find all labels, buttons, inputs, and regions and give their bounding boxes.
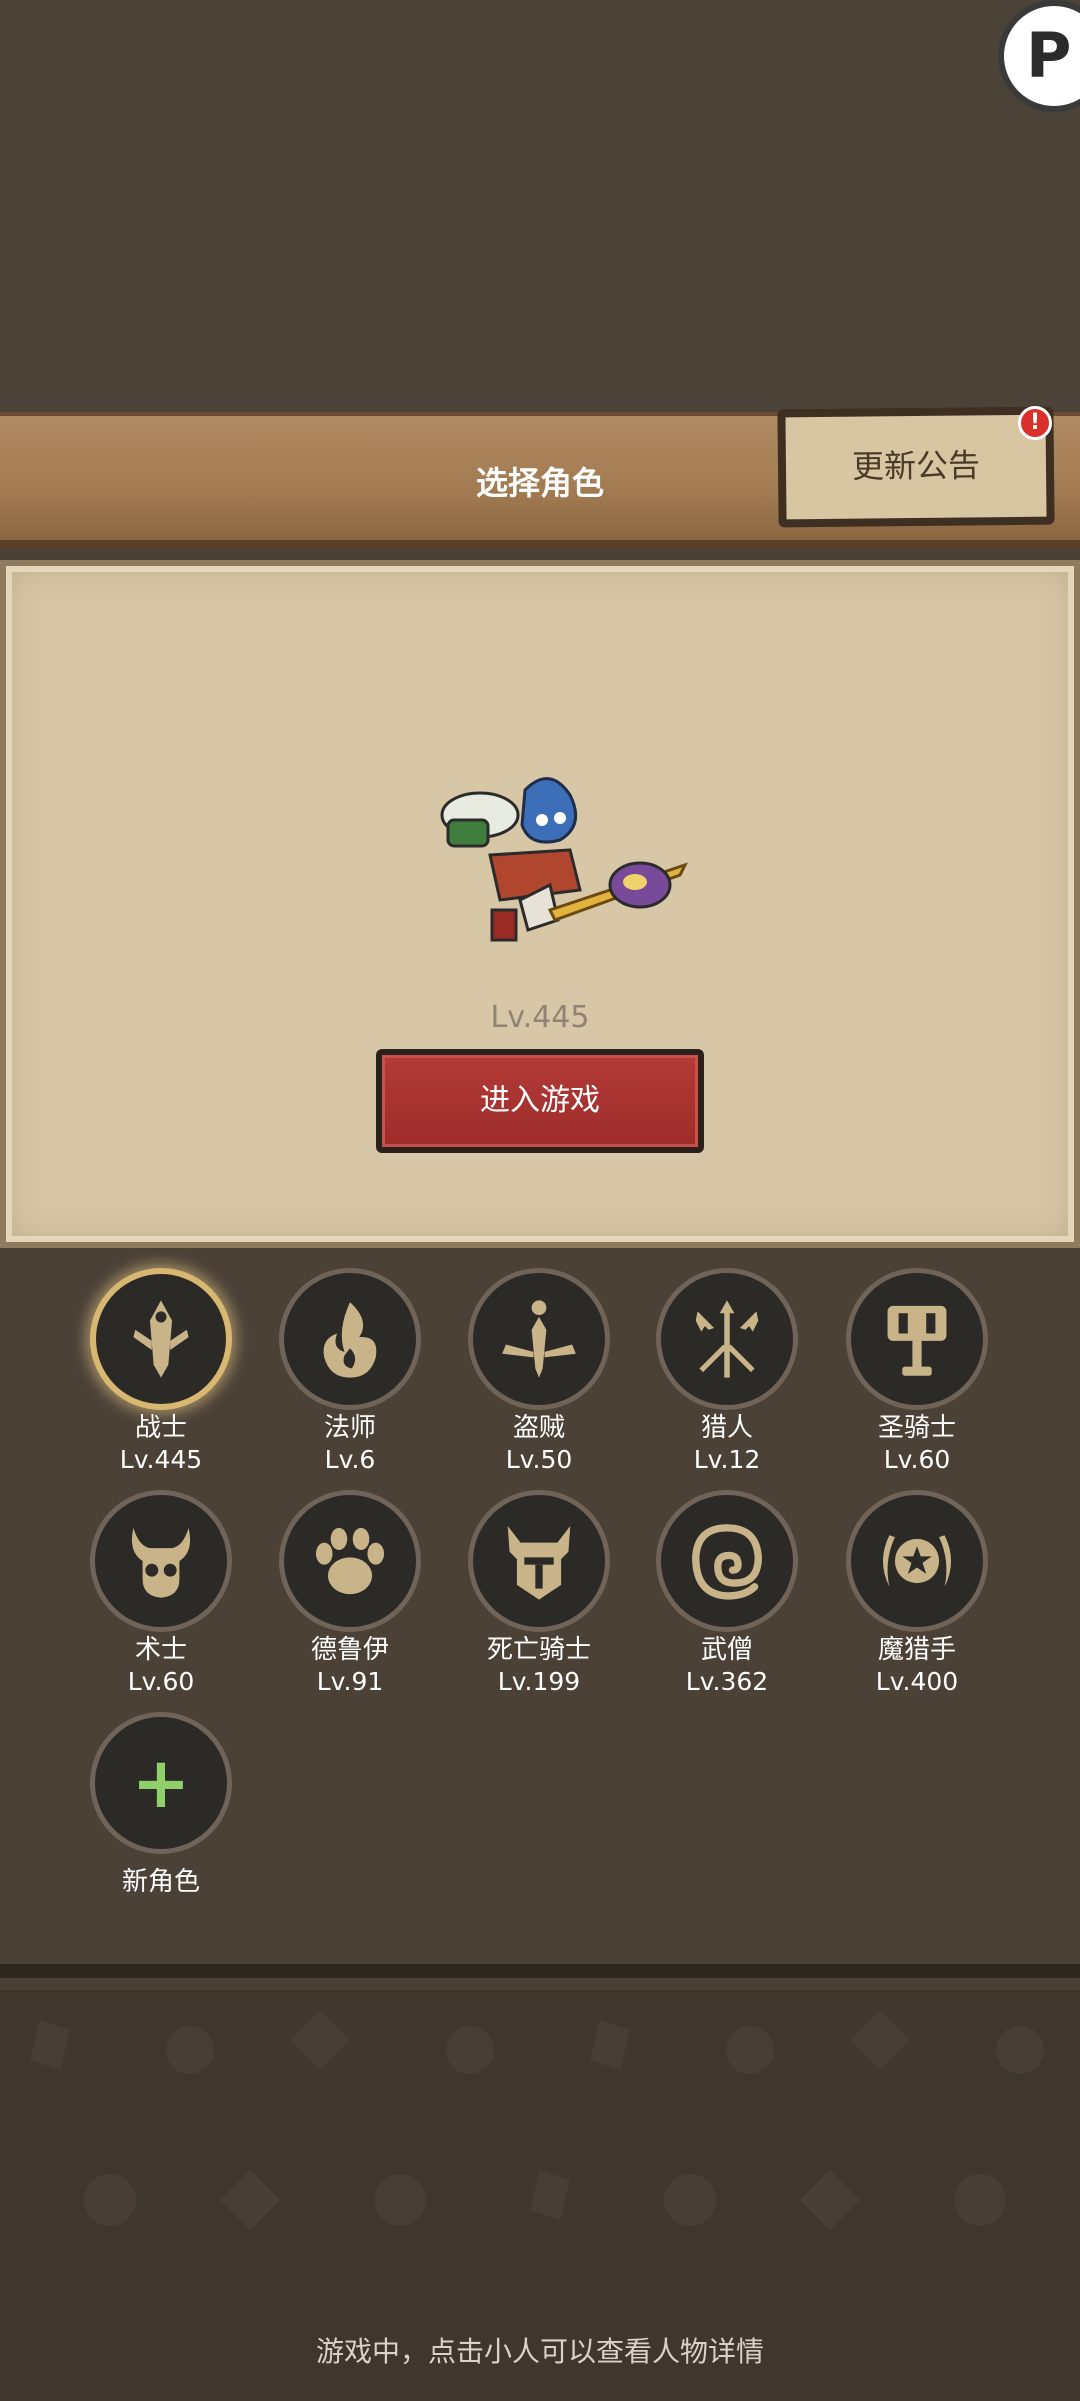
class-level: Lv.12 (693, 1445, 761, 1474)
character-sprite[interactable] (430, 770, 700, 980)
class-name: 盗贼 (512, 1413, 565, 1443)
plus-icon: + (90, 1712, 232, 1854)
class-level: Lv.91 (316, 1667, 384, 1696)
new-character-label: 新角色 (121, 1867, 200, 1897)
footer-hint: 游戏中，点击小人可以查看人物详情 (315, 2335, 764, 2368)
class-name: 猎人 (700, 1413, 753, 1443)
class-demon-hunter[interactable]: 魔猎手 Lv.400 (842, 1490, 992, 1698)
class-level: Lv.199 (497, 1667, 581, 1696)
class-level: Lv.400 (875, 1667, 959, 1696)
arrows-icon (656, 1268, 798, 1410)
class-name: 战士 (134, 1413, 187, 1443)
class-death-knight[interactable]: 死亡骑士 Lv.199 (464, 1490, 614, 1698)
class-hunter[interactable]: 猎人 Lv.12 (652, 1268, 802, 1476)
flame-icon (279, 1268, 421, 1410)
class-name: 法师 (323, 1413, 376, 1443)
class-druid[interactable]: 德鲁伊 Lv.91 (275, 1490, 425, 1698)
class-name: 魔猎手 (877, 1635, 956, 1665)
class-level: Lv.6 (324, 1445, 376, 1474)
class-level: Lv.445 (119, 1445, 203, 1474)
class-level: Lv.60 (127, 1667, 195, 1696)
class-warlock[interactable]: 术士 Lv.60 (86, 1490, 236, 1698)
class-level: Lv.50 (505, 1445, 573, 1474)
enter-game-button[interactable]: 进入游戏 (376, 1049, 704, 1153)
class-name: 武僧 (700, 1635, 753, 1665)
class-warrior[interactable]: 战士 Lv.445 (86, 1268, 236, 1476)
class-name: 圣骑士 (877, 1413, 956, 1443)
class-rogue[interactable]: 盗贼 Lv.50 (464, 1268, 614, 1476)
helmet-icon (468, 1490, 610, 1632)
alert-icon: ! (1018, 406, 1052, 440)
class-monk[interactable]: 武僧 Lv.362 (652, 1490, 802, 1698)
class-name: 德鲁伊 (310, 1635, 389, 1665)
class-mage[interactable]: 法师 Lv.6 (275, 1268, 425, 1476)
demon-skull-icon (90, 1490, 232, 1632)
swirl-icon (656, 1490, 798, 1632)
class-level: Lv.362 (685, 1667, 769, 1696)
dagger-icon (468, 1268, 610, 1410)
class-level: Lv.60 (883, 1445, 951, 1474)
new-character-button[interactable]: + 新角色 (86, 1712, 236, 1898)
hammer-icon (846, 1268, 988, 1410)
star-moon-icon (846, 1490, 988, 1632)
sword-icon (90, 1268, 232, 1410)
class-name: 术士 (134, 1635, 187, 1665)
paw-icon (279, 1490, 421, 1632)
class-name: 死亡骑士 (486, 1635, 591, 1665)
decorative-pattern (30, 2010, 1044, 2230)
character-level: Lv.445 (490, 1000, 590, 1035)
class-paladin[interactable]: 圣骑士 Lv.60 (842, 1268, 992, 1476)
class-selection-panel: 战士 Lv.445 法师 Lv.6 盗贼 Lv.50 猎人 Lv.12 圣骑士 … (0, 1248, 1080, 1978)
top-empty-area (0, 0, 1080, 412)
update-notice-button[interactable]: 更新公告 (777, 406, 1055, 528)
